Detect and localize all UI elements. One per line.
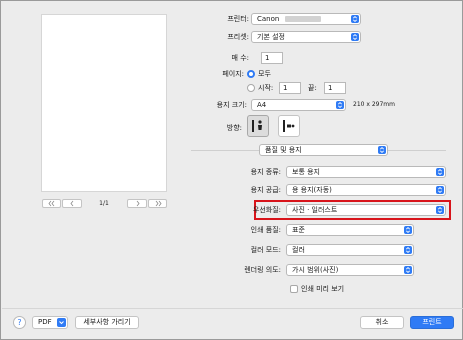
- presets-value: 기본 설정: [257, 33, 285, 41]
- printer-label: 프린터:: [227, 15, 249, 23]
- media-type-popup[interactable]: 보통 용지: [286, 166, 446, 178]
- prev-page-button[interactable]: [62, 199, 82, 208]
- panel-select-popup[interactable]: 품질 및 용지: [259, 144, 388, 156]
- first-page-icon: [48, 200, 55, 207]
- printer-popup[interactable]: Canon: [251, 13, 361, 25]
- footer-divider: [2, 308, 463, 309]
- copies-field[interactable]: 1: [261, 52, 283, 64]
- rendering-intent-label: 렌더링 의도:: [244, 266, 281, 274]
- paper-size-dimensions: 210 x 297mm: [353, 101, 395, 108]
- updown-chevron-icon: [436, 186, 444, 194]
- help-icon: ?: [17, 318, 22, 327]
- paper-source-label: 용지 공급:: [250, 186, 281, 194]
- paper-size-label: 용지 크기:: [216, 101, 247, 109]
- chevron-down-icon: [57, 318, 66, 327]
- pages-from-label: 시작:: [258, 84, 274, 92]
- pages-to-label: 끝:: [308, 84, 317, 92]
- updown-chevron-icon: [404, 246, 412, 254]
- pdf-menu-button[interactable]: PDF: [32, 316, 68, 329]
- updown-chevron-icon: [336, 101, 344, 109]
- copies-label: 매 수:: [231, 54, 249, 62]
- pages-all-label: 모두: [258, 70, 271, 78]
- next-page-button[interactable]: [127, 199, 147, 208]
- updown-chevron-icon: [436, 168, 444, 176]
- media-type-value: 보통 용지: [292, 168, 320, 176]
- page-indicator: 1/1: [99, 200, 109, 207]
- updown-chevron-icon: [378, 146, 386, 154]
- updown-chevron-icon: [404, 226, 412, 234]
- next-page-icon: [136, 200, 140, 207]
- paper-source-popup[interactable]: 용 용지(자동): [286, 184, 446, 196]
- print-preview-label: 인쇄 미리 보기: [301, 285, 345, 293]
- printer-value: Canon: [257, 15, 280, 23]
- paper-size-popup[interactable]: A4: [251, 99, 346, 111]
- first-page-button[interactable]: [42, 199, 61, 208]
- printer-name-redacted: [285, 16, 321, 22]
- hide-details-button[interactable]: 세부사항 가리기: [75, 316, 139, 329]
- pages-from-field[interactable]: 1: [279, 82, 301, 94]
- updown-chevron-icon: [351, 15, 359, 23]
- updown-chevron-icon: [404, 266, 412, 274]
- print-quality-popup[interactable]: 표준: [286, 224, 414, 236]
- landscape-orientation-icon: [283, 120, 295, 132]
- priority-value: 사진 · 일러스트: [292, 206, 338, 214]
- rendering-intent-value: 가시 범위(사진): [292, 266, 339, 274]
- presets-label: 프리셋:: [227, 33, 249, 41]
- paper-source-value: 용 용지(자동): [292, 186, 332, 194]
- orientation-label: 방향:: [226, 124, 242, 132]
- pdf-label: PDF: [38, 318, 52, 326]
- pages-all-radio[interactable]: [247, 70, 255, 78]
- updown-chevron-icon: [436, 206, 444, 214]
- pages-label: 페이지:: [222, 70, 244, 78]
- print-preview-checkbox[interactable]: [290, 285, 298, 293]
- print-button[interactable]: 프린트: [410, 316, 454, 329]
- print-quality-value: 표준: [292, 226, 305, 234]
- paper-size-value: A4: [257, 101, 267, 109]
- media-type-label: 용지 종류:: [250, 168, 281, 176]
- print-dialog: 1/1 프린터: Canon 프리셋: 기본 설정 매 수: 1 페이지: 모두…: [0, 0, 463, 340]
- cancel-button[interactable]: 취소: [360, 316, 404, 329]
- preview-page: [41, 14, 167, 192]
- color-mode-label: 컬러 모드:: [250, 246, 281, 254]
- print-quality-label: 인쇄 품질:: [250, 226, 281, 234]
- portrait-orientation-button[interactable]: [247, 115, 269, 137]
- landscape-orientation-button[interactable]: [278, 115, 300, 137]
- prev-page-icon: [70, 200, 74, 207]
- priority-popup[interactable]: 사진 · 일러스트: [286, 204, 446, 216]
- last-page-button[interactable]: [148, 199, 167, 208]
- priority-label: 우선화질:: [252, 206, 281, 214]
- color-mode-value: 컬러: [292, 246, 305, 254]
- panel-select-value: 품질 및 용지: [265, 146, 302, 154]
- presets-popup[interactable]: 기본 설정: [251, 31, 361, 43]
- pages-to-field[interactable]: 1: [324, 82, 346, 94]
- rendering-intent-popup[interactable]: 가시 범위(사진): [286, 264, 414, 276]
- portrait-orientation-icon: [252, 120, 262, 132]
- last-page-icon: [155, 200, 162, 207]
- pages-range-radio[interactable]: [247, 84, 255, 92]
- updown-chevron-icon: [351, 33, 359, 41]
- help-button[interactable]: ?: [13, 316, 26, 329]
- color-mode-popup[interactable]: 컬러: [286, 244, 414, 256]
